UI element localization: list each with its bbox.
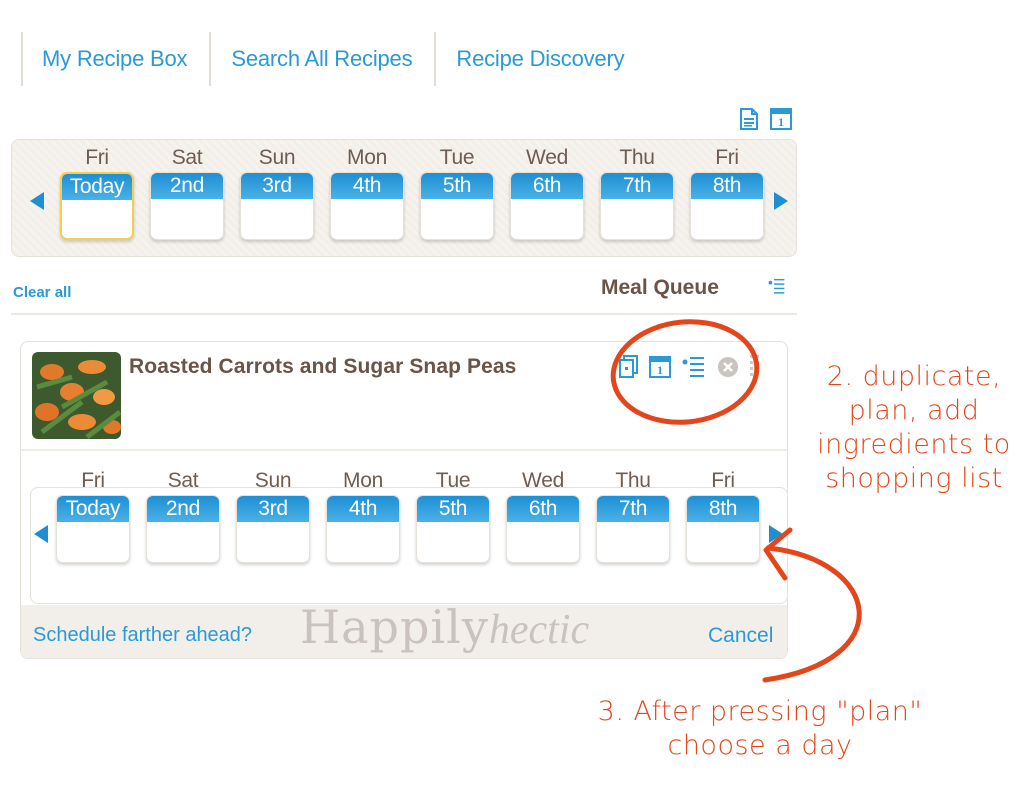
day-date: 8th	[691, 173, 763, 199]
day-date: 2nd	[147, 496, 219, 522]
day-date: 4th	[327, 496, 399, 522]
day-weekday: Wed	[522, 469, 564, 492]
day-slot[interactable]: 3rd	[236, 495, 310, 563]
picker-day[interactable]: Mon 4th	[326, 469, 400, 563]
day-weekday: Fri	[85, 146, 109, 169]
day-weekday: Sun	[258, 146, 296, 169]
day-slot[interactable]: 6th	[510, 172, 584, 240]
annotation-step-3: 3. After pressing "plan" choose a day	[597, 696, 923, 761]
day-slot[interactable]: 2nd	[146, 495, 220, 563]
day-weekday: Sat	[167, 469, 199, 492]
picker-day[interactable]: Tue 5th	[416, 469, 490, 563]
day-date: Today	[62, 174, 132, 200]
planner-day[interactable]: Sun 3rd	[240, 146, 314, 240]
add-ingredients-icon[interactable]	[680, 356, 708, 378]
prev-week-arrow-icon[interactable]	[34, 525, 48, 543]
plan-calendar-icon[interactable]: 1	[649, 356, 671, 378]
day-date: 5th	[421, 173, 493, 199]
day-weekday: Sun	[254, 469, 292, 492]
week-planner: Fri Today Sat 2nd Sun 3rd Mon 4th Tue 5th Wed 6th Th…	[11, 139, 797, 257]
day-weekday: Wed	[526, 146, 568, 169]
planner-day[interactable]: Thu 7th	[600, 146, 674, 240]
day-weekday: Sat	[171, 146, 203, 169]
day-slot[interactable]: 7th	[596, 495, 670, 563]
recipe-actions: 1	[618, 355, 762, 378]
tab-recipe-discovery[interactable]: Recipe Discovery	[434, 32, 646, 86]
day-weekday: Tue	[435, 469, 471, 492]
day-weekday: Thu	[619, 146, 655, 169]
remove-icon[interactable]	[717, 356, 739, 378]
picker-day[interactable]: Fri 8th	[686, 469, 760, 563]
card-divider	[21, 449, 787, 451]
drag-handle-icon[interactable]	[748, 355, 762, 378]
next-week-arrow-icon[interactable]	[769, 525, 783, 543]
planner-day[interactable]: Sat 2nd	[150, 146, 224, 240]
day-date: 5th	[417, 496, 489, 522]
divider	[11, 313, 797, 315]
day-date: 7th	[601, 173, 673, 199]
day-weekday: Tue	[439, 146, 475, 169]
tab-search-all-recipes[interactable]: Search All Recipes	[209, 32, 434, 86]
day-slot[interactable]: 8th	[686, 495, 760, 563]
svg-text:1: 1	[657, 363, 663, 377]
next-week-arrow-icon[interactable]	[774, 192, 788, 210]
day-slot[interactable]: Today	[56, 495, 130, 563]
calendar-icon[interactable]: 1	[770, 108, 792, 130]
duplicate-icon[interactable]	[618, 355, 640, 378]
day-weekday: Fri	[715, 146, 739, 169]
cancel-button[interactable]: Cancel	[708, 624, 773, 648]
day-date: 2nd	[151, 173, 223, 199]
day-slot[interactable]: 2nd	[150, 172, 224, 240]
schedule-farther-ahead-link[interactable]: Schedule farther ahead?	[33, 624, 252, 647]
day-slot[interactable]: 4th	[330, 172, 404, 240]
picker-day[interactable]: Sat 2nd	[146, 469, 220, 563]
day-slot[interactable]: 7th	[600, 172, 674, 240]
day-date: Today	[57, 496, 129, 522]
day-date: 3rd	[237, 496, 309, 522]
picker-day[interactable]: Thu 7th	[596, 469, 670, 563]
planner-day[interactable]: Fri Today	[60, 146, 134, 240]
plan-day-picker	[30, 487, 787, 604]
add-to-list-icon[interactable]	[766, 276, 788, 298]
planner-day[interactable]: Wed 6th	[510, 146, 584, 240]
day-slot[interactable]: 3rd	[240, 172, 314, 240]
day-slot[interactable]: 4th	[326, 495, 400, 563]
planner-day[interactable]: Mon 4th	[330, 146, 404, 240]
recipe-card: Roasted Carrots and Sugar Snap Peas 1 Fr…	[20, 341, 788, 659]
day-date: 3rd	[241, 173, 313, 199]
day-weekday: Fri	[711, 469, 735, 492]
day-date: 8th	[687, 496, 759, 522]
prev-week-arrow-icon[interactable]	[30, 192, 44, 210]
day-slot[interactable]: 8th	[690, 172, 764, 240]
planner-day[interactable]: Fri 8th	[690, 146, 764, 240]
picker-day[interactable]: Fri Today	[56, 469, 130, 563]
day-slot[interactable]: 6th	[506, 495, 580, 563]
recipe-thumbnail[interactable]	[32, 352, 121, 439]
svg-text:1: 1	[778, 115, 784, 129]
picker-day[interactable]: Sun 3rd	[236, 469, 310, 563]
day-weekday: Mon	[347, 146, 387, 169]
day-date: 7th	[597, 496, 669, 522]
shopping-list-icon[interactable]	[738, 108, 760, 130]
day-date: 6th	[507, 496, 579, 522]
meal-queue-title: Meal Queue	[601, 276, 719, 299]
picker-day[interactable]: Wed 6th	[506, 469, 580, 563]
day-date: 4th	[331, 173, 403, 199]
annotation-step-2: 2. duplicate, plan, add ingredients to s…	[817, 361, 1011, 494]
planner-toolbar: 1	[738, 108, 792, 130]
tab-my-recipe-box[interactable]: My Recipe Box	[21, 32, 209, 86]
day-date: 6th	[511, 173, 583, 199]
recipe-title[interactable]: Roasted Carrots and Sugar Snap Peas	[129, 355, 516, 379]
day-slot[interactable]: 5th	[416, 495, 490, 563]
clear-all-link[interactable]: Clear all	[13, 284, 71, 301]
day-weekday: Mon	[343, 469, 383, 492]
planner-day[interactable]: Tue 5th	[420, 146, 494, 240]
day-weekday: Thu	[615, 469, 651, 492]
recipe-nav-tabs: My Recipe Box Search All Recipes Recipe …	[21, 32, 646, 86]
day-slot[interactable]: 5th	[420, 172, 494, 240]
day-slot[interactable]: Today	[60, 172, 134, 240]
day-weekday: Fri	[81, 469, 105, 492]
